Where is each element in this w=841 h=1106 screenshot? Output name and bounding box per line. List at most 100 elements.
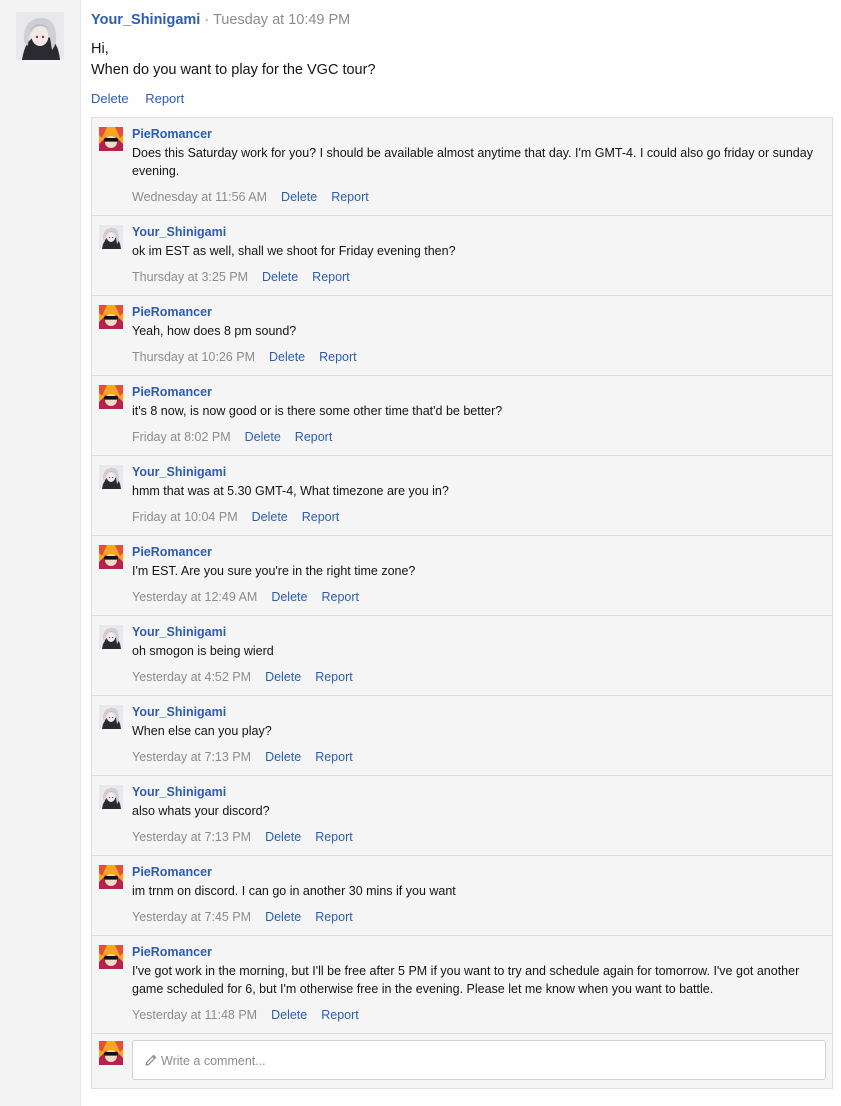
comment-avatar[interactable] bbox=[99, 305, 123, 329]
comment-author-link[interactable]: Your_Shinigami bbox=[132, 224, 822, 241]
comment-author-link[interactable]: PieRomancer bbox=[132, 304, 822, 321]
post-body: Hi, When do you want to play for the VGC… bbox=[91, 39, 376, 81]
comment-item: Your_Shinigami oh smogon is being wierd Ye… bbox=[92, 616, 832, 696]
comment-avatar[interactable] bbox=[99, 545, 123, 569]
post-report-link[interactable]: Report bbox=[145, 91, 184, 106]
comment-text: im trnm on discord. I can go in another … bbox=[132, 884, 456, 898]
comment-date[interactable]: Yesterday at 4:52 PM bbox=[132, 670, 251, 684]
post-date[interactable]: Tuesday at 10:49 PM bbox=[213, 12, 350, 28]
comment-date[interactable]: Friday at 8:02 PM bbox=[132, 430, 231, 444]
comment-item: PieRomancer I've got work in the morning,… bbox=[92, 936, 832, 1034]
comment-date[interactable]: Yesterday at 12:49 AM bbox=[132, 590, 257, 604]
comment-delete-link[interactable]: Delete bbox=[265, 830, 301, 844]
comment-text: it's 8 now, is now good or is there some… bbox=[132, 404, 503, 418]
comment-author-link[interactable]: PieRomancer bbox=[132, 126, 822, 143]
comment-report-link[interactable]: Report bbox=[319, 350, 357, 364]
sunglasses-avatar-icon bbox=[99, 305, 123, 329]
comment-report-link[interactable]: Report bbox=[312, 270, 350, 284]
comment-delete-link[interactable]: Delete bbox=[265, 670, 301, 684]
comment-report-link[interactable]: Report bbox=[331, 190, 369, 204]
comment-avatar[interactable] bbox=[99, 625, 123, 649]
comment-text: When else can you play? bbox=[132, 724, 272, 738]
comment-author-link[interactable]: PieRomancer bbox=[132, 384, 822, 401]
comment-report-link[interactable]: Report bbox=[302, 510, 340, 524]
comment-report-link[interactable]: Report bbox=[295, 430, 333, 444]
comment-author-link[interactable]: Your_Shinigami bbox=[132, 464, 822, 481]
comment-delete-link[interactable]: Delete bbox=[269, 350, 305, 364]
comment-meta: Yesterday at 7:13 PM Delete Report bbox=[132, 829, 822, 845]
comment-author-link[interactable]: Your_Shinigami bbox=[132, 624, 822, 641]
comment-text: I've got work in the morning, but I'll b… bbox=[132, 964, 800, 996]
comment-delete-link[interactable]: Delete bbox=[252, 510, 288, 524]
comment-meta: Yesterday at 12:49 AM Delete Report bbox=[132, 589, 822, 605]
comment-delete-link[interactable]: Delete bbox=[262, 270, 298, 284]
comment-avatar[interactable] bbox=[99, 385, 123, 409]
comment-date[interactable]: Wednesday at 11:56 AM bbox=[132, 190, 267, 204]
sunglasses-avatar-icon bbox=[99, 865, 123, 889]
sunglasses-avatar-icon bbox=[99, 545, 123, 569]
comment-avatar[interactable] bbox=[99, 127, 123, 151]
comment-report-link[interactable]: Report bbox=[321, 1008, 359, 1022]
comment-meta: Yesterday at 4:52 PM Delete Report bbox=[132, 669, 822, 685]
post-author-avatar[interactable] bbox=[16, 12, 64, 60]
comment-author-link[interactable]: PieRomancer bbox=[132, 944, 822, 961]
comment-date[interactable]: Yesterday at 11:48 PM bbox=[132, 1008, 257, 1022]
comment-author-link[interactable]: PieRomancer bbox=[132, 544, 822, 561]
comment-item: Your_Shinigamialso whats your discord? Ye… bbox=[92, 776, 832, 856]
comment-meta: Wednesday at 11:56 AM Delete Report bbox=[132, 189, 822, 205]
comment-item: Your_Shinigami ok im EST as well, shall w… bbox=[92, 216, 832, 296]
sunglasses-avatar-icon bbox=[99, 385, 123, 409]
comment-item: PieRomancer im trnm on discord. I can go … bbox=[92, 856, 832, 936]
comment-meta: Yesterday at 7:45 PM Delete Report bbox=[132, 909, 822, 925]
anime-avatar-icon bbox=[16, 12, 64, 60]
comment-item: Your_Shinigamihmm that was at 5.30 GMT-4… bbox=[92, 456, 832, 536]
comment-item: PieRomancer Yeah, how does 8 pm sound? Thu… bbox=[92, 296, 832, 376]
comment-meta: Yesterday at 7:13 PM Delete Report bbox=[132, 749, 822, 765]
post-body-line: When do you want to play for the VGC tou… bbox=[91, 62, 376, 78]
comment-delete-link[interactable]: Delete bbox=[271, 1008, 307, 1022]
comment-author-link[interactable]: Your_Shinigami bbox=[132, 704, 822, 721]
comment-date[interactable]: Yesterday at 7:45 PM bbox=[132, 910, 251, 924]
comment-date[interactable]: Thursday at 3:25 PM bbox=[132, 270, 248, 284]
comment-date[interactable]: Yesterday at 7:13 PM bbox=[132, 830, 251, 844]
comment-avatar[interactable] bbox=[99, 945, 123, 969]
comment-delete-link[interactable]: Delete bbox=[265, 750, 301, 764]
comment-date[interactable]: Yesterday at 7:13 PM bbox=[132, 750, 251, 764]
comment-avatar[interactable] bbox=[99, 705, 123, 729]
comment-report-link[interactable]: Report bbox=[315, 910, 353, 924]
anime-avatar-icon bbox=[99, 465, 123, 489]
comment-delete-link[interactable]: Delete bbox=[271, 590, 307, 604]
comment-text: Yeah, how does 8 pm sound? bbox=[132, 324, 297, 338]
comment-avatar[interactable] bbox=[99, 465, 123, 489]
comment-delete-link[interactable]: Delete bbox=[265, 910, 301, 924]
comment-report-link[interactable]: Report bbox=[315, 750, 353, 764]
comment-report-link[interactable]: Report bbox=[321, 590, 359, 604]
comment-delete-link[interactable]: Delete bbox=[245, 430, 281, 444]
comment-text: hmm that was at 5.30 GMT-4, What timezon… bbox=[132, 484, 449, 498]
comment-report-link[interactable]: Report bbox=[315, 830, 353, 844]
comment-avatar[interactable] bbox=[99, 785, 123, 809]
comment-delete-link[interactable]: Delete bbox=[281, 190, 317, 204]
comment-text: also whats your discord? bbox=[132, 804, 270, 818]
comment-author-link[interactable]: PieRomancer bbox=[132, 864, 822, 881]
comment-input[interactable]: Write a comment... bbox=[132, 1040, 826, 1080]
comment-avatar[interactable] bbox=[99, 225, 123, 249]
composer-avatar bbox=[99, 1041, 123, 1065]
post-delete-link[interactable]: Delete bbox=[91, 91, 129, 106]
sunglasses-avatar-icon bbox=[99, 1041, 123, 1065]
comment-input-placeholder: Write a comment... bbox=[161, 1054, 266, 1068]
separator-dot: · bbox=[204, 12, 210, 28]
comment-meta: Thursday at 3:25 PM Delete Report bbox=[132, 269, 822, 285]
comment-text: I'm EST. Are you sure you're in the righ… bbox=[132, 564, 416, 578]
comment-avatar[interactable] bbox=[99, 865, 123, 889]
comment-meta: Thursday at 10:26 PM Delete Report bbox=[132, 349, 822, 365]
comment-date[interactable]: Friday at 10:04 PM bbox=[132, 510, 238, 524]
comment-report-link[interactable]: Report bbox=[315, 670, 353, 684]
comment-meta: Friday at 8:02 PM Delete Report bbox=[132, 429, 822, 445]
anime-avatar-icon bbox=[99, 785, 123, 809]
post-author-link[interactable]: Your_Shinigami bbox=[91, 12, 200, 28]
anime-avatar-icon bbox=[99, 225, 123, 249]
post-body-line: Hi, bbox=[91, 41, 109, 57]
comment-author-link[interactable]: Your_Shinigami bbox=[132, 784, 822, 801]
comment-date[interactable]: Thursday at 10:26 PM bbox=[132, 350, 255, 364]
